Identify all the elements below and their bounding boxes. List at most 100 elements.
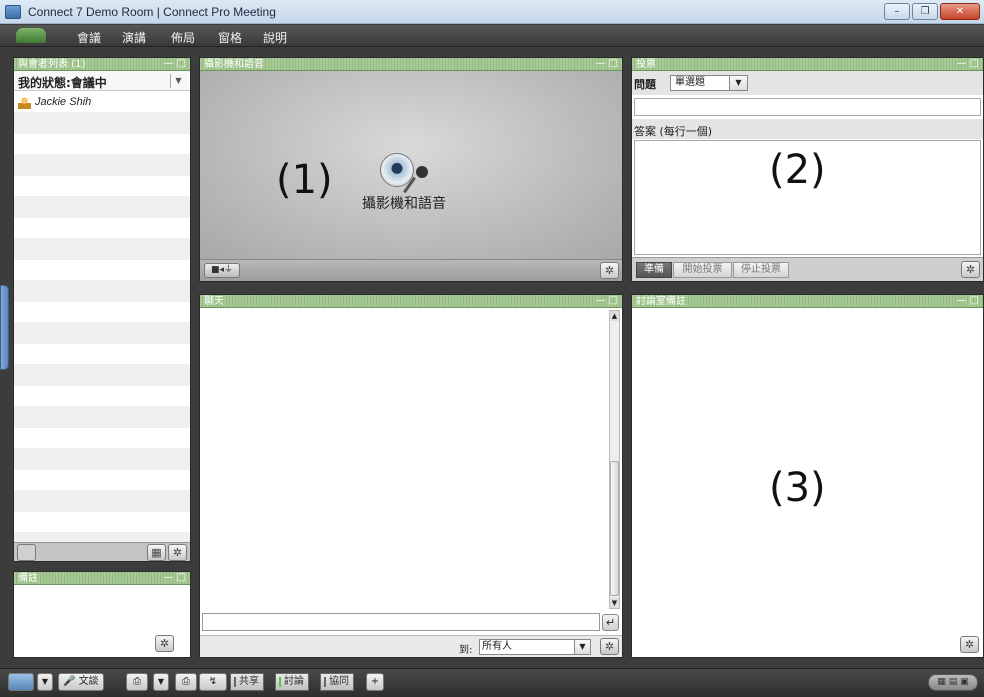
share-screen-icon[interactable]: ⎙ bbox=[175, 673, 197, 691]
camera-voice-label: 攝影機和語音 bbox=[362, 196, 446, 212]
list-item[interactable]: Jackie Shih bbox=[14, 92, 190, 113]
talk-button[interactable]: 🎤 文談 bbox=[58, 673, 104, 691]
add-layout-button[interactable]: + bbox=[366, 673, 384, 691]
poll-pod: 投票 — □ 問題 單選題 ▼ 答案 (每行一個) (2) 準備 開始投票 停止… bbox=[631, 57, 984, 282]
talk-label: 文談 bbox=[78, 676, 99, 687]
camera-pod-title: 攝影機和語音 bbox=[204, 59, 264, 70]
close-poll-button[interactable]: 停止投票 bbox=[733, 262, 789, 278]
chevron-down-icon[interactable]: ▼ bbox=[37, 673, 53, 691]
attendee-pod-header: 與會者列表 (1) — □ bbox=[14, 58, 190, 71]
tab-label: 共享 bbox=[239, 676, 259, 687]
annotation-marker-3: (3) bbox=[769, 465, 826, 511]
send-message-icon[interactable]: ↵ bbox=[602, 614, 619, 631]
attendee-pod-title: 與會者列表 (1) bbox=[18, 59, 86, 70]
notes-pod-title: 備註 bbox=[18, 573, 38, 584]
question-label: 問題 bbox=[634, 78, 656, 91]
annotation-marker-2: (2) bbox=[769, 147, 826, 193]
poll-pod-header: 投票 — □ bbox=[632, 58, 983, 71]
window-controls: – ❐ ✕ bbox=[884, 3, 980, 20]
user-status-icon[interactable] bbox=[8, 673, 34, 691]
close-button[interactable]: ✕ bbox=[940, 3, 980, 20]
poll-question-input[interactable] bbox=[634, 98, 981, 116]
microphone-head-icon bbox=[416, 166, 428, 178]
menu-present[interactable]: 演講 bbox=[122, 29, 146, 46]
discussion-notes-pod: 討論室備註 — □ (3) ✲ bbox=[631, 294, 984, 658]
sidebar-collapse-tab[interactable] bbox=[0, 285, 9, 370]
minimize-button[interactable]: – bbox=[884, 3, 910, 20]
layout-tab-share[interactable]: 共享 bbox=[230, 673, 264, 691]
gear-icon[interactable]: ✲ bbox=[600, 638, 619, 655]
chevron-down-icon[interactable]: ▼ bbox=[170, 74, 186, 88]
chat-pod-title: 聊天 bbox=[204, 296, 224, 307]
camera-pod-footer: ■◂⏚ ✲ bbox=[200, 259, 622, 281]
tab-label: 討論 bbox=[284, 676, 304, 687]
attendee-pod-footer: ▦ ✲ bbox=[14, 542, 190, 561]
poll-pod-footer: 準備 開始投票 停止投票 ✲ bbox=[632, 257, 983, 281]
menu-layout[interactable]: 佈局 bbox=[171, 29, 195, 46]
camera-pod-header: 攝影機和語音 — □ bbox=[200, 58, 622, 71]
app-icon bbox=[5, 5, 21, 19]
host-user-icon bbox=[18, 96, 31, 109]
discussion-notes-pod-title: 討論室備註 bbox=[636, 296, 686, 307]
answers-label-row: 答案 (每行一個) bbox=[632, 119, 983, 139]
recipient-value: 所有人 bbox=[482, 641, 512, 652]
recipient-label: 到: bbox=[459, 645, 473, 656]
pod-window-controls[interactable]: — □ bbox=[595, 58, 618, 70]
layout-tab-discuss[interactable]: 討論 bbox=[275, 673, 309, 691]
scroll-thumb[interactable] bbox=[610, 461, 619, 596]
gear-icon[interactable]: ✲ bbox=[155, 635, 174, 652]
share-tools-icon[interactable]: ↯ bbox=[199, 673, 227, 691]
pod-window-controls[interactable]: — □ bbox=[595, 295, 618, 307]
poll-question-row: 問題 單選題 ▼ bbox=[632, 71, 983, 95]
menu-bar: 會議 演講 佈局 窗格 說明 bbox=[0, 25, 984, 47]
webcam-button[interactable]: ⎙ bbox=[126, 673, 148, 691]
answers-label: 答案 (每行一個) bbox=[634, 125, 713, 138]
pod-window-controls[interactable]: — □ bbox=[163, 58, 186, 70]
pod-window-controls[interactable]: — □ bbox=[163, 572, 186, 584]
chat-scrollbar[interactable]: ▲ ▼ bbox=[609, 310, 620, 609]
poll-pod-title: 投票 bbox=[636, 59, 656, 70]
scroll-up-icon[interactable]: ▲ bbox=[610, 311, 619, 321]
chevron-down-icon[interactable]: ▼ bbox=[574, 640, 590, 654]
chat-pod-footer: 到: 所有人 ▼ ✲ bbox=[200, 635, 622, 657]
tab-label: 協同 bbox=[329, 676, 349, 687]
raise-hand-button[interactable] bbox=[17, 544, 36, 561]
restore-button[interactable]: ❐ bbox=[912, 3, 938, 20]
my-status-label: 我的狀態:會議中 bbox=[18, 76, 107, 90]
gear-icon[interactable]: ✲ bbox=[961, 261, 980, 278]
microphone-icon: 🎤 bbox=[63, 676, 76, 687]
layout-tab-collaborate[interactable]: 協同 bbox=[320, 673, 354, 691]
question-type-select[interactable]: 單選題 ▼ bbox=[670, 75, 748, 91]
my-status-row[interactable]: 我的狀態:會議中 ▼ bbox=[14, 71, 190, 91]
gear-icon[interactable]: ✲ bbox=[168, 544, 187, 561]
pod-window-controls[interactable]: — □ bbox=[956, 58, 979, 70]
poll-answers-input[interactable]: (2) bbox=[634, 140, 981, 255]
prepare-button[interactable]: 準備 bbox=[636, 262, 672, 278]
gear-icon[interactable]: ✲ bbox=[600, 262, 619, 279]
pod-window-controls[interactable]: — □ bbox=[956, 295, 979, 307]
camera-mic-toggle-button[interactable]: ■◂⏚ bbox=[204, 263, 240, 278]
view-mode-toggle[interactable]: ▦ ▤ ▣ bbox=[928, 674, 978, 691]
menu-pods[interactable]: 窗格 bbox=[218, 29, 242, 46]
camera-voice-pod: 攝影機和語音 — □ 攝影機和語音 (1) ■◂⏚ ✲ bbox=[199, 57, 623, 282]
view-toggle-icon[interactable]: ▦ bbox=[147, 544, 166, 561]
attendee-name: Jackie Shih bbox=[35, 96, 92, 108]
notes-pod: 備註 — □ ✲ bbox=[13, 571, 191, 658]
menu-meeting[interactable]: 會議 bbox=[77, 29, 101, 46]
menu-help[interactable]: 說明 bbox=[263, 29, 287, 46]
chevron-down-icon[interactable]: ▼ bbox=[729, 76, 747, 90]
attendee-list-pod: 與會者列表 (1) — □ 我的狀態:會議中 ▼ Jackie Shih ▦ ✲ bbox=[13, 57, 191, 562]
open-poll-button[interactable]: 開始投票 bbox=[673, 262, 732, 278]
attendee-list: Jackie Shih bbox=[14, 92, 190, 554]
chat-message-input[interactable] bbox=[202, 613, 600, 631]
chevron-down-icon[interactable]: ▼ bbox=[153, 673, 169, 691]
chat-pod-header: 聊天 — □ bbox=[200, 295, 622, 308]
gear-icon[interactable]: ✲ bbox=[960, 636, 979, 653]
recipient-select[interactable]: 所有人 ▼ bbox=[479, 639, 591, 655]
window-titlebar: Connect 7 Demo Room | Connect Pro Meetin… bbox=[0, 0, 984, 24]
connect-logo-icon[interactable] bbox=[16, 28, 46, 43]
question-type-value: 單選題 bbox=[675, 77, 705, 88]
discussion-notes-pod-header: 討論室備註 — □ bbox=[632, 295, 983, 308]
scroll-down-icon[interactable]: ▼ bbox=[610, 598, 619, 608]
annotation-marker-1: (1) bbox=[276, 157, 333, 203]
